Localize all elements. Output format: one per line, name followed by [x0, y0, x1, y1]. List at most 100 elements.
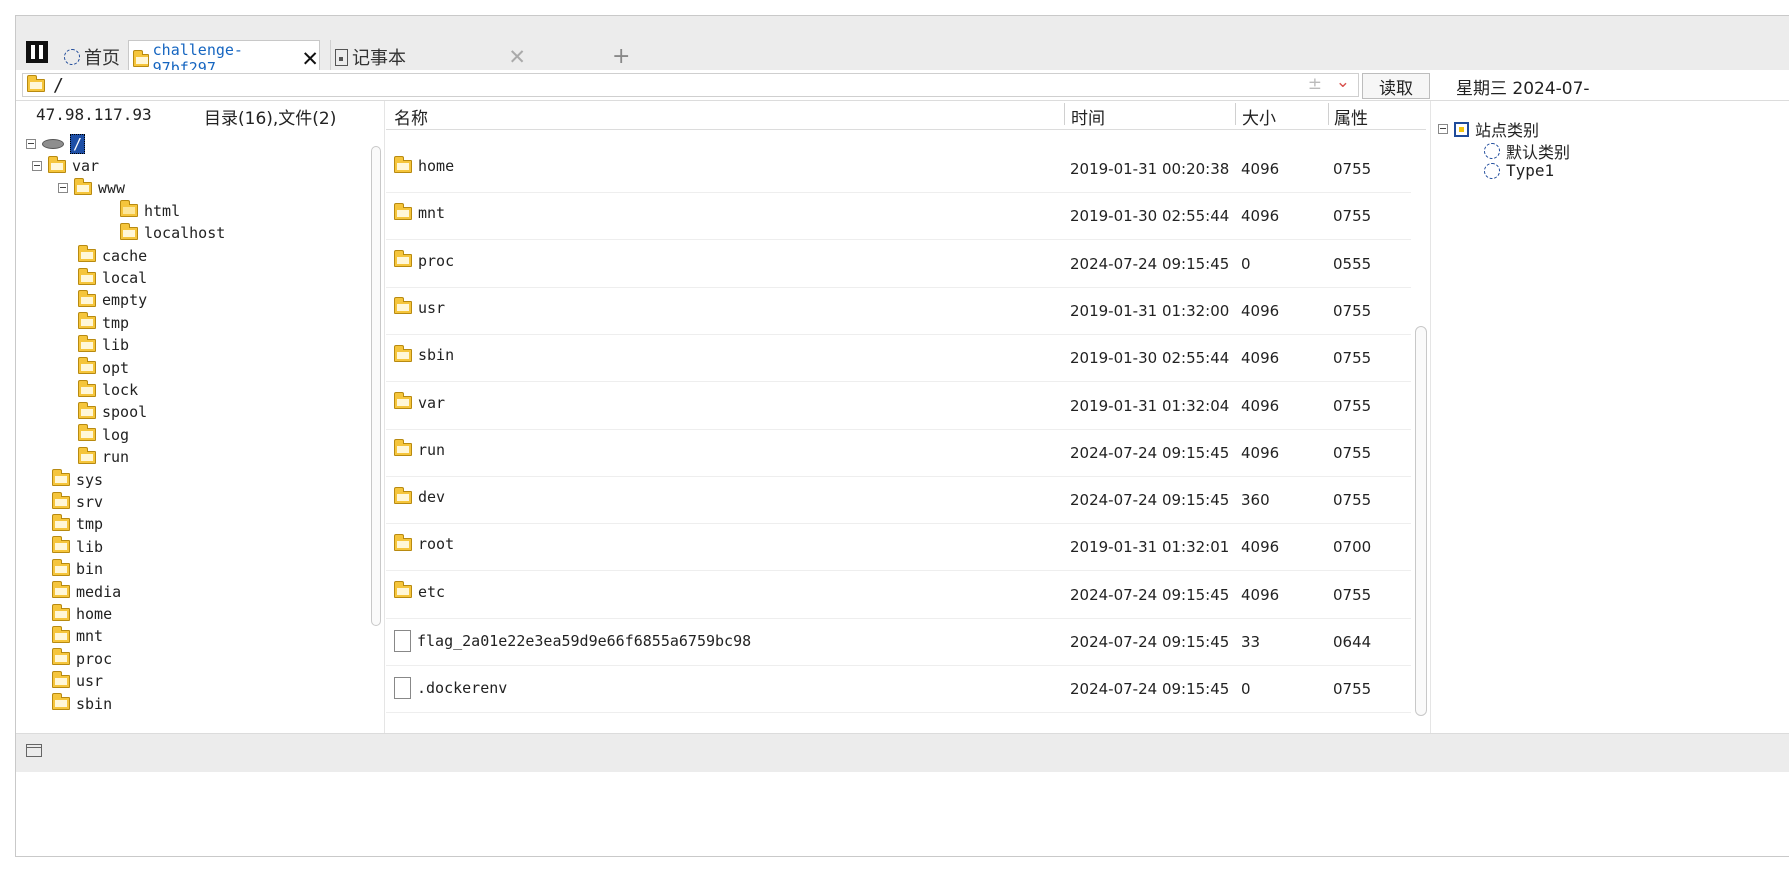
file-name: root: [418, 535, 455, 554]
list-scrollbar[interactable]: [1415, 326, 1427, 716]
name-cell: run: [394, 439, 445, 459]
tab-label: 首页: [84, 48, 120, 69]
tree-item[interactable]: local: [78, 267, 148, 288]
name-cell: var: [394, 392, 446, 412]
collapse-icon[interactable]: [32, 161, 42, 171]
file-size: 0: [1241, 254, 1251, 273]
column-attr[interactable]: 属性: [1334, 104, 1368, 129]
drive-icon: [42, 139, 64, 149]
name-cell: sbin: [394, 344, 454, 364]
tree-item[interactable]: srv: [52, 491, 103, 512]
tree-item[interactable]: html: [120, 200, 180, 221]
tab-notepad[interactable]: 记事本 ✕: [330, 40, 534, 74]
tree-item[interactable]: mnt: [52, 625, 104, 646]
folder-icon: [120, 200, 138, 218]
table-row[interactable]: root 2019-01-31 01:32:01 4096 0700: [386, 523, 1411, 572]
file-name: home: [418, 157, 455, 175]
tree-item[interactable]: bin: [52, 558, 104, 579]
tree-item[interactable]: spool: [78, 401, 148, 422]
tree-item-label: www: [98, 179, 126, 198]
collapse-icon[interactable]: [1438, 124, 1448, 134]
file-attr: 0700: [1333, 538, 1372, 557]
table-row[interactable]: flag_2a01e22e3ea59d9e66f6855a6759bc98 202…: [386, 618, 1411, 666]
close-icon[interactable]: ✕: [301, 47, 319, 71]
tree-scrollbar[interactable]: [371, 146, 381, 626]
tree-item-label: sys: [76, 470, 104, 489]
tree-item[interactable]: var: [32, 155, 99, 176]
category-root[interactable]: 站点类别: [1438, 117, 1539, 141]
tree-item[interactable]: cache: [78, 245, 147, 266]
tree-item[interactable]: opt: [78, 357, 129, 378]
table-row[interactable]: .dockerenv 2024-07-24 09:15:45 0 0755: [386, 665, 1411, 714]
folder-icon: [394, 155, 412, 173]
column-divider[interactable]: [1328, 103, 1329, 125]
tree-item[interactable]: sbin: [52, 693, 112, 714]
path-input[interactable]: / ± ⌄: [22, 72, 1359, 97]
table-row[interactable]: sbin 2019-01-30 02:55:44 4096 0755: [386, 334, 1411, 383]
tree-item[interactable]: proc: [52, 648, 112, 669]
table-row[interactable]: etc 2024-07-24 09:15:45 4096 0755: [386, 571, 1411, 619]
plus-minus-icon[interactable]: ±: [1308, 74, 1322, 94]
tree-item[interactable]: lib: [78, 334, 129, 355]
tree-item[interactable]: empty: [78, 289, 147, 310]
folder-icon: [120, 222, 138, 240]
tree-item[interactable]: media: [52, 581, 122, 602]
tree-item-label: spool: [102, 403, 148, 422]
tree-item[interactable]: lock: [78, 379, 138, 400]
file-name: proc: [418, 251, 455, 270]
file-name: var: [418, 393, 446, 412]
column-divider[interactable]: [1064, 103, 1065, 125]
tree-item-label: media: [76, 582, 122, 601]
tree-item[interactable]: sys: [52, 469, 104, 490]
table-row[interactable]: proc 2024-07-24 09:15:45 0 0555: [386, 240, 1411, 288]
table-row[interactable]: mnt 2019-01-30 02:55:44 4096 0755: [386, 192, 1411, 241]
splitter[interactable]: [384, 101, 385, 733]
file-size: 4096: [1241, 207, 1280, 226]
collapse-icon[interactable]: [26, 139, 36, 149]
category-item[interactable]: Type1: [1484, 161, 1554, 180]
chevron-down-icon[interactable]: ⌄: [1336, 72, 1350, 92]
table-row[interactable]: dev 2024-07-24 09:15:45 360 0755: [386, 476, 1411, 525]
table-row[interactable]: var 2019-01-31 01:32:04 4096 0755: [386, 382, 1411, 430]
add-tab-icon[interactable]: +: [612, 44, 630, 69]
collapse-icon[interactable]: [58, 183, 68, 194]
table-row[interactable]: run 2024-07-24 09:15:45 4096 0755: [386, 429, 1411, 477]
tree-item[interactable]: usr: [52, 670, 103, 691]
table-row[interactable]: usr 2019-01-31 01:32:00 4096 0755: [386, 287, 1411, 335]
app-logo-icon[interactable]: [26, 41, 48, 63]
column-divider[interactable]: [1235, 103, 1236, 125]
column-size[interactable]: 大小: [1242, 104, 1276, 129]
column-time[interactable]: 时间: [1071, 104, 1105, 129]
column-name[interactable]: 名称: [394, 104, 428, 129]
folder-icon: [52, 625, 70, 643]
file-time: 2024-07-24 09:15:45: [1070, 254, 1230, 273]
app-window: 首页 challenge-97bf297. ✕ 记事本 ✕ + / ± ⌄ 读取…: [15, 15, 1789, 857]
tree-item-label: localhost: [144, 224, 226, 243]
read-button[interactable]: 读取: [1362, 73, 1430, 99]
tree-item[interactable]: www: [58, 177, 126, 198]
file-name: mnt: [418, 204, 446, 223]
category-item[interactable]: 默认类别: [1484, 139, 1570, 163]
file-size: 4096: [1241, 443, 1280, 462]
tree-item[interactable]: run: [78, 446, 129, 467]
close-icon[interactable]: ✕: [508, 45, 526, 69]
folder-icon: [394, 533, 412, 551]
file-name: usr: [418, 298, 446, 317]
tree-root[interactable]: /: [26, 134, 86, 154]
tree-item[interactable]: home: [52, 603, 112, 624]
category-label: Type1: [1506, 161, 1555, 180]
tree-item-label: bin: [76, 560, 104, 579]
folder-icon: [394, 486, 412, 504]
file-attr: 0755: [1333, 585, 1372, 604]
table-row[interactable]: home 2019-01-31 00:20:38 4096 0755: [386, 145, 1411, 193]
tree-item-label: mnt: [76, 627, 104, 646]
tree-item[interactable]: localhost: [120, 222, 226, 243]
tree-item[interactable]: tmp: [52, 513, 103, 534]
tree-item[interactable]: lib: [52, 536, 103, 557]
splitter[interactable]: [1430, 101, 1431, 733]
tree-item[interactable]: tmp: [78, 312, 129, 333]
tree-item[interactable]: log: [78, 424, 129, 445]
tree-item-label: local: [102, 269, 148, 287]
window-icon[interactable]: [26, 744, 42, 757]
name-cell: home: [394, 155, 455, 175]
